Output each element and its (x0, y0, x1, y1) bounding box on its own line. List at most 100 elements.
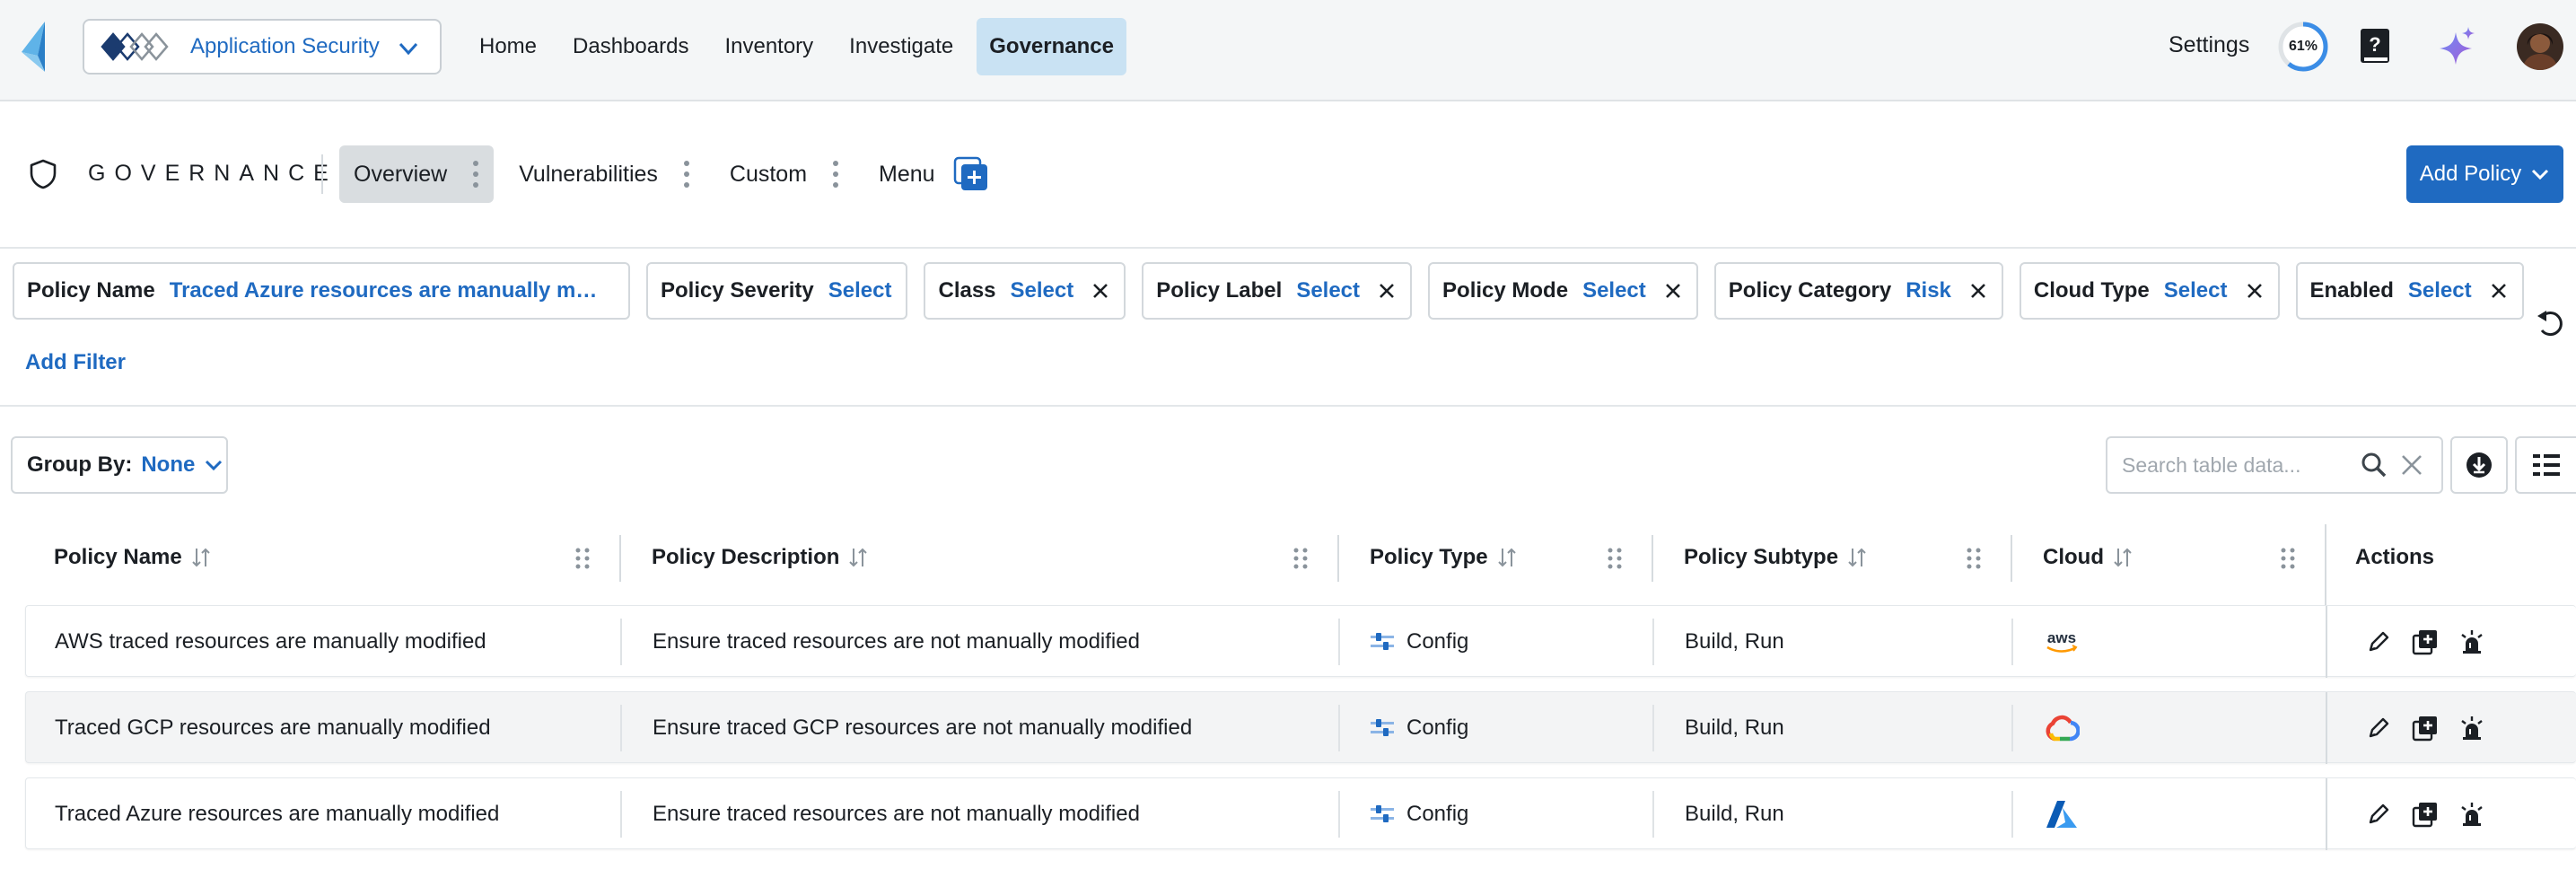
group-by-select[interactable]: Group By: None (11, 436, 228, 494)
actions-divider (2326, 692, 2327, 764)
tab-options-icon[interactable] (472, 161, 479, 188)
nav-investigate[interactable]: Investigate (837, 18, 966, 75)
column-label: Policy Description (652, 545, 840, 569)
add-filter-link[interactable]: Add Filter (25, 350, 126, 375)
search-input[interactable] (2122, 452, 2355, 478)
cell-policy-name[interactable]: Traced Azure resources are manually modi… (55, 778, 499, 850)
filter-chip-policy-label[interactable]: Policy Label Select (1142, 262, 1413, 320)
app-switcher[interactable]: Application Security (83, 19, 442, 75)
filter-value[interactable]: Select (2408, 278, 2472, 303)
edit-icon[interactable] (2365, 801, 2392, 828)
column-divider[interactable] (2011, 535, 2012, 582)
sort-icon[interactable] (848, 546, 868, 569)
clone-icon[interactable] (2412, 801, 2439, 828)
prisma-logo-icon[interactable] (18, 20, 61, 74)
column-header-policy-name[interactable]: Policy Name (54, 528, 211, 587)
sort-icon[interactable] (1497, 546, 1517, 569)
policy-type-label: Config (1406, 629, 1469, 654)
chevron-down-icon (206, 460, 223, 471)
column-divider[interactable] (1337, 535, 1339, 582)
filter-value[interactable]: Traced Azure resources are manually modi… (170, 278, 609, 303)
filter-value[interactable]: Select (2164, 278, 2228, 303)
filter-chip-policy-category[interactable]: Policy Category Risk (1713, 262, 2003, 320)
column-header-actions: Actions (2355, 528, 2434, 587)
filter-value[interactable]: Select (828, 278, 892, 303)
alert-siren-icon[interactable] (2458, 801, 2485, 828)
filter-chip-cloud-type[interactable]: Cloud Type Select (2019, 262, 2280, 320)
tab-options-icon[interactable] (832, 161, 839, 188)
edit-icon[interactable] (2365, 715, 2392, 742)
nav-dashboards[interactable]: Dashboards (560, 18, 701, 75)
column-divider[interactable] (1652, 535, 1653, 582)
sort-icon[interactable] (191, 546, 211, 569)
filter-value[interactable]: Risk (1906, 278, 1951, 303)
tab-menu[interactable]: Menu (864, 145, 1003, 203)
filter-chip-enabled[interactable]: Enabled Select (2295, 262, 2524, 320)
filter-chip-class[interactable]: Class Select (924, 262, 1126, 320)
column-header-policy-description[interactable]: Policy Description (652, 528, 868, 587)
cell-policy-name[interactable]: AWS traced resources are manually modifi… (55, 606, 486, 678)
drag-handle-icon[interactable] (1292, 547, 1309, 570)
filter-chip-policy-severity[interactable]: Policy Severity Select (646, 262, 908, 320)
close-icon[interactable] (2490, 282, 2508, 300)
drag-handle-icon[interactable] (1966, 547, 1982, 570)
clear-icon[interactable] (2400, 453, 2423, 477)
column-settings-button[interactable] (2515, 436, 2576, 494)
page-title: GOVERNANCE (88, 161, 337, 186)
table-row[interactable]: Traced Azure resources are manually modi… (25, 777, 2576, 850)
tab-custom-label: Custom (729, 161, 808, 187)
drag-handle-icon[interactable] (574, 547, 591, 570)
alert-siren-icon[interactable] (2458, 628, 2485, 655)
drag-handle-icon[interactable] (1607, 547, 1623, 570)
table-row[interactable]: AWS traced resources are manually modifi… (25, 605, 2576, 678)
edit-icon[interactable] (2365, 628, 2392, 655)
user-avatar[interactable] (2517, 23, 2563, 70)
nav-home[interactable]: Home (467, 18, 549, 75)
tab-custom[interactable]: Custom (715, 145, 854, 203)
close-icon[interactable] (1969, 282, 1987, 300)
filter-value[interactable]: Select (1011, 278, 1074, 303)
svg-text:aws: aws (2047, 629, 2076, 646)
top-nav: Application Security Home Dashboards Inv… (0, 0, 2576, 101)
cell-policy-name[interactable]: Traced GCP resources are manually modifi… (55, 692, 491, 764)
add-tab-icon[interactable] (953, 156, 989, 192)
table-row[interactable]: Traced GCP resources are manually modifi… (25, 691, 2576, 764)
nav-inventory[interactable]: Inventory (712, 18, 826, 75)
add-policy-button[interactable]: Add Policy (2406, 145, 2563, 203)
close-icon[interactable] (1091, 282, 1109, 300)
add-policy-label: Add Policy (2419, 162, 2522, 186)
close-icon[interactable] (2246, 282, 2264, 300)
filter-value[interactable]: Select (1582, 278, 1646, 303)
nav-governance[interactable]: Governance (977, 18, 1126, 75)
clone-icon[interactable] (2412, 628, 2439, 655)
filter-label: Policy Name (27, 278, 155, 303)
close-icon[interactable] (1378, 282, 1396, 300)
tab-overview[interactable]: Overview (339, 145, 495, 203)
tab-vulnerabilities-label: Vulnerabilities (519, 161, 658, 187)
alert-siren-icon[interactable] (2458, 715, 2485, 742)
cell-divider (1338, 705, 1340, 751)
clone-icon[interactable] (2412, 715, 2439, 742)
filter-chip-policy-name[interactable]: Policy Name Traced Azure resources are m… (13, 262, 630, 320)
sort-icon[interactable] (1847, 546, 1867, 569)
help-book-icon[interactable]: ? (2359, 27, 2391, 65)
tab-options-icon[interactable] (683, 161, 690, 188)
download-button[interactable] (2450, 436, 2508, 494)
column-header-policy-subtype[interactable]: Policy Subtype (1684, 528, 1867, 587)
filter-label: Policy Label (1156, 278, 1283, 303)
close-icon[interactable] (1664, 282, 1682, 300)
section-divider (0, 247, 2576, 249)
drag-handle-icon[interactable] (2280, 547, 2296, 570)
filter-value[interactable]: Select (1296, 278, 1360, 303)
filter-chip-policy-mode[interactable]: Policy Mode Select (1428, 262, 1698, 320)
column-divider[interactable] (619, 535, 621, 582)
settings-link[interactable]: Settings (2169, 32, 2249, 58)
column-header-cloud[interactable]: Cloud (2043, 528, 2133, 587)
column-header-policy-type[interactable]: Policy Type (1370, 528, 1517, 587)
sort-icon[interactable] (2113, 546, 2133, 569)
reset-filters-icon[interactable] (2535, 307, 2567, 339)
ai-sparkle-icon[interactable] (2434, 25, 2477, 68)
tab-vulnerabilities[interactable]: Vulnerabilities (504, 145, 705, 203)
search-icon[interactable] (2361, 452, 2388, 479)
cell-divider (2011, 705, 2013, 751)
